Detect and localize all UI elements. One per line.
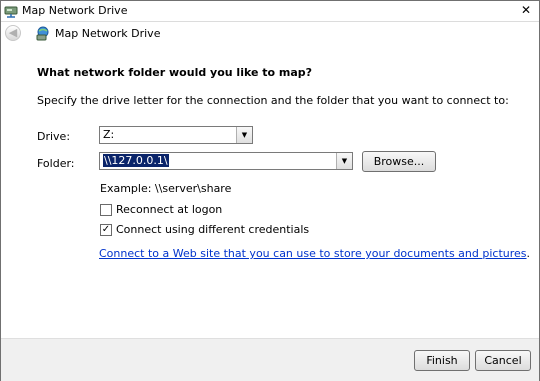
network-drive-icon [36,26,49,41]
drive-value: Z: [103,128,115,141]
page-heading: What network folder would you like to ma… [37,66,313,79]
drive-select[interactable]: Z: ▼ [99,126,253,144]
folder-input[interactable]: \\127.0.0.1\ ▼ [99,152,353,170]
credentials-checkbox[interactable]: ✓ [100,224,112,236]
folder-value: \\127.0.0.1\ [102,153,170,168]
network-drive-icon [4,6,18,18]
cancel-button[interactable]: Cancel [475,350,531,371]
browse-button[interactable]: Browse... [362,151,436,172]
link-period: . [526,247,531,260]
close-icon[interactable]: ✕ [519,4,533,17]
map-network-drive-window: Map Network Drive ✕ ◀ Map Network Drive … [0,0,540,381]
wizard-footer: Finish Cancel [1,338,539,381]
wizard-content: What network folder would you like to ma… [1,44,539,338]
credentials-label[interactable]: Connect using different credentials [116,223,309,236]
example-text: Example: \\server\share [100,182,232,195]
wizard-header: ◀ Map Network Drive [1,22,539,44]
finish-button[interactable]: Finish [414,350,470,371]
drive-label: Drive: [37,130,71,143]
check-icon: ✓ [101,224,111,235]
reconnect-label[interactable]: Reconnect at logon [116,203,222,216]
reconnect-checkbox[interactable] [100,204,112,216]
web-site-link[interactable]: Connect to a Web site that you can use t… [99,247,527,260]
chevron-down-icon[interactable]: ▼ [336,153,352,169]
chevron-down-icon[interactable]: ▼ [236,127,252,143]
title-bar[interactable]: Map Network Drive ✕ [1,1,539,22]
folder-label: Folder: [37,157,75,170]
back-button[interactable]: ◀ [5,25,21,41]
window-title: Map Network Drive [22,4,128,17]
web-site-link-row: Connect to a Web site that you can use t… [99,247,530,260]
wizard-title: Map Network Drive [55,27,161,40]
instruction-text: Specify the drive letter for the connect… [37,94,509,107]
